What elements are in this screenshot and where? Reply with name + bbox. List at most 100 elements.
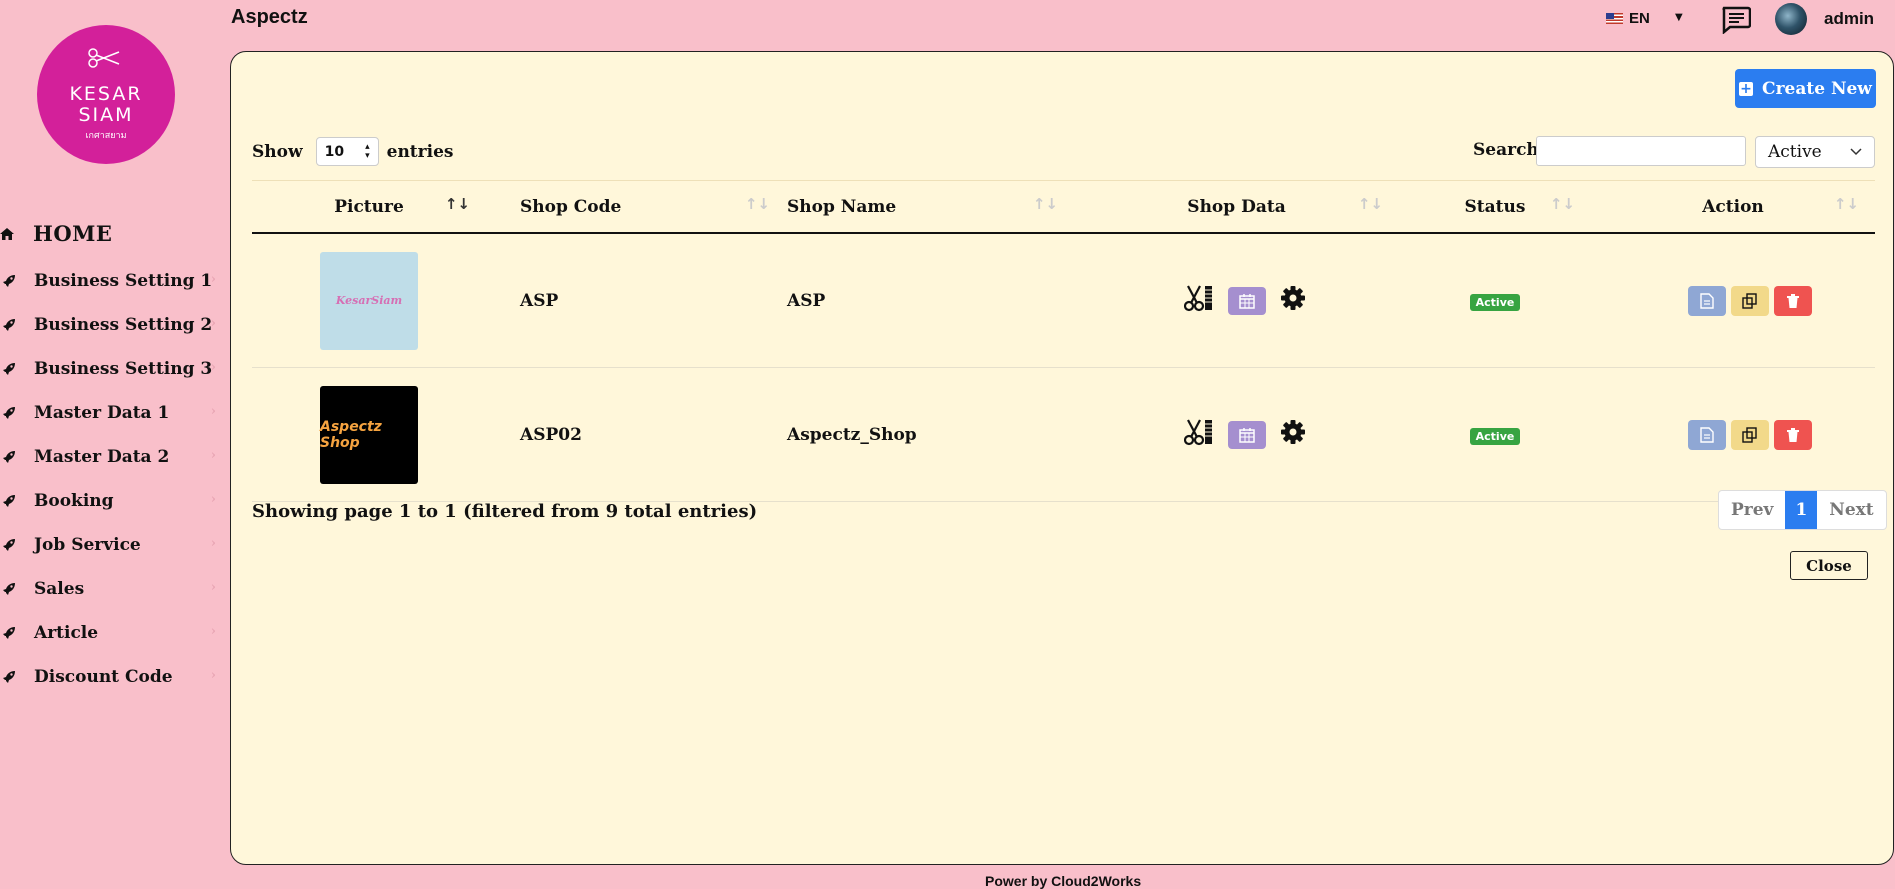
chevron-right-icon: › — [210, 316, 216, 331]
avatar[interactable] — [1775, 3, 1807, 35]
column-header-shop-name[interactable]: Shop Name ↑↓ — [786, 180, 1074, 234]
column-header-picture[interactable]: Picture ↑↓ — [252, 180, 486, 234]
username[interactable]: admin — [1824, 9, 1874, 29]
entries-select[interactable]: 10 ▴ ▾ — [315, 137, 379, 166]
home-icon — [0, 221, 14, 246]
pagination-page-current[interactable]: 1 — [1785, 491, 1818, 529]
header-label: Shop Data — [1187, 196, 1286, 217]
rocket-icon — [2, 494, 20, 508]
logo-text-line3: เกศาสยาม — [85, 130, 127, 141]
sidebar-item-discount-code[interactable]: Discount Code › — [0, 655, 228, 699]
sidebar-item-business-setting-3[interactable]: Business Setting 3 › — [0, 347, 228, 391]
sort-icon: ↑↓ — [744, 195, 770, 213]
copy-button[interactable] — [1731, 419, 1769, 450]
sidebar-item-booking[interactable]: Booking › — [0, 479, 228, 523]
sidebar-item-label: Business Setting 2 — [34, 315, 213, 335]
sort-icon: ↑↓ — [1833, 195, 1859, 213]
entries-value: 10 — [324, 143, 345, 160]
sidebar-item-label: Sales — [34, 579, 85, 599]
sidebar-item-label: Master Data 2 — [34, 447, 170, 467]
delete-button[interactable] — [1774, 285, 1812, 316]
trash-icon — [1787, 293, 1799, 308]
picture-cell: KesarSiam — [252, 233, 486, 368]
logo-text-line1: KESAR — [69, 82, 143, 105]
shop-picture-text: Aspectz Shop — [320, 418, 382, 451]
search-input[interactable] — [1536, 136, 1746, 166]
action-cell — [1591, 233, 1875, 368]
sidebar-item-label: Discount Code — [34, 667, 173, 687]
chevron-right-icon: › — [210, 668, 216, 683]
column-header-status[interactable]: Status ↑↓ — [1399, 180, 1591, 234]
sidebar-item-master-data-2[interactable]: Master Data 2 › — [0, 435, 228, 479]
rocket-icon — [2, 582, 20, 596]
calendar-button[interactable] — [1227, 420, 1266, 449]
plus-icon: + — [1739, 80, 1754, 97]
scissors-icon — [88, 48, 120, 68]
shop-picture[interactable]: Aspectz Shop — [320, 385, 418, 484]
shop-picture[interactable]: KesarSiam — [320, 251, 418, 350]
sidebar-item-business-setting-1[interactable]: Business Setting 1 › — [0, 259, 228, 303]
calendar-icon — [1238, 427, 1255, 443]
page-title: Aspectz — [231, 6, 308, 28]
sidebar-item-article[interactable]: Article › — [0, 611, 228, 655]
view-button[interactable] — [1688, 419, 1726, 450]
gear-icon[interactable] — [1280, 285, 1306, 316]
sidebar-item-home[interactable]: HOME — [0, 221, 112, 246]
rocket-icon — [2, 406, 20, 420]
sort-icon: ↑↓ — [444, 195, 470, 213]
pagination-next[interactable]: Next — [1817, 491, 1885, 529]
header-label: Action — [1702, 196, 1764, 217]
brand-logo[interactable]: KESAR SIAM เกศาสยาม — [37, 25, 175, 164]
sort-icon: ↑↓ — [1357, 195, 1383, 213]
status-filter-select[interactable]: Active — [1755, 136, 1875, 168]
close-button[interactable]: Close — [1790, 551, 1868, 580]
status-filter-value: Active — [1768, 142, 1822, 162]
action-cell — [1591, 367, 1875, 502]
rocket-icon — [2, 274, 20, 288]
sidebar-item-job-service[interactable]: Job Service › — [0, 523, 228, 567]
header-label: Picture — [334, 196, 404, 217]
chevron-right-icon: › — [210, 580, 216, 595]
main-panel: + Create New Show 10 ▴ ▾ entries Search A… — [230, 51, 1894, 865]
rocket-icon — [2, 670, 20, 684]
column-header-shop-code[interactable]: Shop Code ↑↓ — [486, 180, 786, 234]
chevron-right-icon: › — [210, 272, 216, 287]
chat-icon[interactable] — [1721, 6, 1752, 38]
copy-icon — [1742, 426, 1757, 443]
chevron-right-icon: › — [210, 624, 216, 639]
sort-icon: ↑↓ — [1032, 195, 1058, 213]
create-new-button[interactable]: + Create New — [1735, 69, 1876, 108]
sidebar-item-label: Master Data 1 — [34, 403, 170, 423]
sidebar-menu: Business Setting 1 › Business Setting 2 … — [0, 259, 228, 699]
barber-tools-icon[interactable] — [1183, 284, 1214, 317]
us-flag-icon — [1606, 13, 1623, 24]
rocket-icon — [2, 626, 20, 640]
updown-icon: ▴ ▾ — [365, 141, 370, 161]
sidebar-item-label: Business Setting 3 — [34, 359, 213, 379]
copy-button[interactable] — [1731, 285, 1769, 316]
rocket-icon — [2, 318, 20, 332]
caret-down-icon[interactable]: ▼ — [1675, 12, 1683, 23]
pagination-prev[interactable]: Prev — [1719, 491, 1785, 529]
show-label: Show — [252, 141, 303, 162]
chevron-right-icon: › — [210, 360, 216, 375]
sidebar-item-sales[interactable]: Sales › — [0, 567, 228, 611]
column-header-shop-data[interactable]: Shop Data ↑↓ — [1074, 180, 1399, 234]
rocket-icon — [2, 450, 20, 464]
delete-button[interactable] — [1774, 419, 1812, 450]
language-selector[interactable]: EN — [1606, 10, 1650, 27]
gear-icon[interactable] — [1280, 419, 1306, 450]
barber-tools-icon[interactable] — [1183, 418, 1214, 451]
entries-label: entries — [386, 141, 454, 162]
search-label: Search — [1473, 140, 1539, 160]
chevron-right-icon: › — [210, 404, 216, 419]
sidebar-item-master-data-1[interactable]: Master Data 1 › — [0, 391, 228, 435]
shop-data-cell — [1074, 233, 1399, 368]
calendar-button[interactable] — [1227, 286, 1266, 315]
sidebar-item-label: Booking — [34, 491, 114, 511]
column-header-action[interactable]: Action ↑↓ — [1591, 180, 1875, 234]
shop-code-cell: ASP02 — [486, 367, 786, 502]
sidebar-item-business-setting-2[interactable]: Business Setting 2 › — [0, 303, 228, 347]
view-button[interactable] — [1688, 285, 1726, 316]
header-label: Shop Code — [520, 196, 622, 217]
